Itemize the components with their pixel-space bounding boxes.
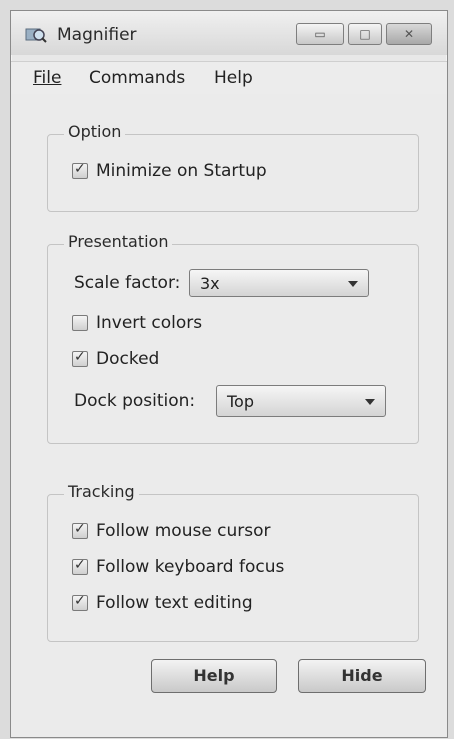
chevron-down-icon (348, 281, 358, 287)
checkbox-label: Follow text editing (96, 593, 253, 613)
menu-commands[interactable]: Commands (89, 68, 185, 88)
option-group-legend: Option (64, 122, 126, 141)
option-group: Option Minimize on Startup (47, 122, 419, 212)
dock-position-label: Dock position: (74, 391, 196, 411)
settings-panel: Option Minimize on Startup Presentation … (11, 94, 447, 737)
menu-help[interactable]: Help (214, 68, 253, 88)
checkbox-label: Docked (96, 349, 160, 369)
tracking-group-legend: Tracking (64, 482, 139, 501)
menu-file[interactable]: File (33, 68, 61, 88)
presentation-group: Presentation Scale factor: 3x Invert col… (47, 232, 419, 444)
magnifier-app-icon (25, 26, 47, 44)
close-button[interactable]: ✕ (386, 23, 432, 45)
chevron-down-icon (365, 399, 375, 405)
hide-button[interactable]: Hide (298, 659, 426, 693)
checkbox-label: Minimize on Startup (96, 161, 267, 181)
minimize-icon: ▭ (314, 27, 326, 41)
checkbox-box[interactable] (72, 521, 88, 539)
dock-position-value: Top (227, 392, 254, 411)
menu-file-label: File (33, 68, 62, 88)
checkbox-box[interactable] (72, 349, 88, 367)
checkbox-box[interactable] (72, 315, 88, 331)
tracking-group: Tracking Follow mouse cursor Follow keyb… (47, 482, 419, 642)
minimize-button[interactable]: ▭ (296, 23, 344, 45)
checkbox-box[interactable] (72, 557, 88, 575)
maximize-button[interactable]: □ (348, 23, 382, 45)
menu-bar: File Commands Help (11, 61, 447, 95)
scale-factor-label: Scale factor: (74, 273, 181, 293)
dock-position-select[interactable]: Top (216, 385, 386, 417)
close-icon: ✕ (403, 27, 415, 41)
checkbox-box[interactable] (72, 593, 88, 611)
help-button[interactable]: Help (151, 659, 277, 693)
checkbox-box[interactable] (72, 161, 88, 179)
checkbox-label: Follow keyboard focus (96, 557, 285, 577)
title-bar[interactable]: Magnifier ▭ □ ✕ (11, 11, 447, 55)
window-title: Magnifier (57, 25, 137, 45)
scale-factor-select[interactable]: 3x (189, 269, 369, 297)
magnifier-window: Magnifier ▭ □ ✕ File Commands Help Optio… (10, 10, 448, 738)
menu-commands-label: Commands (89, 68, 186, 88)
menu-help-label: Help (214, 68, 253, 88)
checkbox-label: Invert colors (96, 313, 203, 333)
scale-factor-value: 3x (200, 274, 220, 293)
maximize-icon: □ (359, 27, 371, 41)
presentation-group-legend: Presentation (64, 232, 173, 251)
checkbox-label: Follow mouse cursor (96, 521, 271, 541)
